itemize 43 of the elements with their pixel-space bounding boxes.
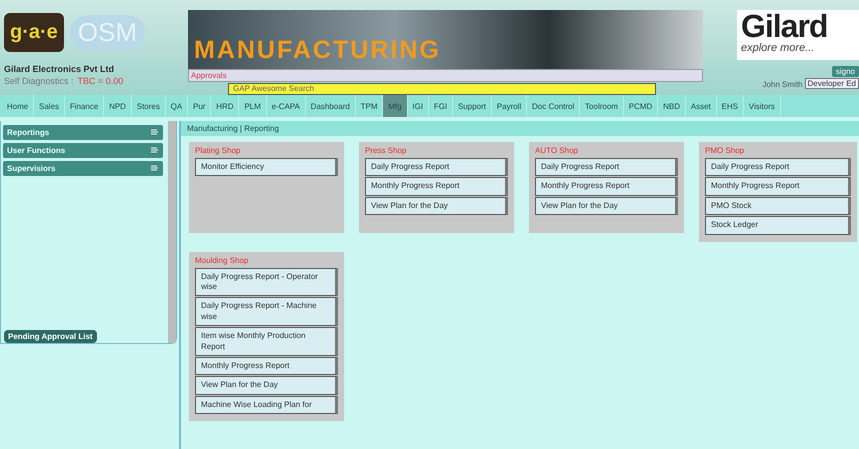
report-link[interactable]: View Plan for the Day [535,196,678,216]
report-link[interactable]: PMO Stock [705,196,851,216]
diagnostics-label: Self Diagnostics : [4,76,74,86]
sidebar-item-label: Reportings [7,128,50,137]
report-link[interactable]: Daily Progress Report - Operator wise [195,268,338,296]
report-link[interactable]: Stock Ledger [705,216,851,235]
report-link[interactable]: Monthly Progress Report [705,177,851,196]
report-link[interactable]: Monthly Progress Report [535,177,678,196]
sidebar-item[interactable]: Supervisiors [3,161,163,176]
report-link[interactable]: Monitor Efficiency [195,158,338,176]
shop-title: AUTO Shop [535,146,579,155]
report-link[interactable]: Daily Progress Report [535,158,678,176]
signout-button[interactable]: signo [832,66,859,77]
sidebar-item[interactable]: User Functions [3,143,163,158]
company-name: Gilard Electronics Pvt Ltd [4,64,116,74]
logo: g·a·e [4,12,64,52]
search-field[interactable]: GAP Awesome Search [228,82,656,95]
sidebar-item[interactable]: Reportings [3,125,163,140]
report-link[interactable]: Item wise Monthly Production Report [195,327,338,356]
breadcrumb: Manufacturing | Reporting [181,121,859,136]
shop-title: PMO Shop [705,146,746,155]
brand-name: Gilard [741,10,828,42]
diagnostics-value: TBC = 0.00 [78,76,124,86]
shop-title: Press Shop [365,146,408,155]
user-name: John Smith [762,80,803,89]
edition-label: Developer Ed [804,78,859,89]
report-link[interactable]: Monthly Progress Report [195,356,338,376]
sidebar-item-label: Supervisiors [7,164,56,173]
shop-title: Plating Shop [195,146,242,155]
pending-approval-button[interactable]: Pending Approval List [4,330,97,343]
approvals-link[interactable]: Approvals [188,68,703,82]
report-link[interactable]: View Plan for the Day [195,376,338,395]
report-link[interactable]: Daily Progress Report - Machine wise [195,297,338,326]
report-link[interactable]: Monthly Progress Report [365,177,508,196]
sidebar-item-label: User Functions [7,146,66,155]
report-link[interactable]: Daily Progress Report [705,158,851,176]
shop-title: Moulding Shop [195,256,250,265]
report-link[interactable]: View Plan for the Day [365,196,508,216]
report-link[interactable]: Daily Progress Report [365,158,508,176]
report-link[interactable]: Machine Wise Loading Plan for [195,396,338,414]
banner-title: MANUFACTURING [194,38,441,66]
brand-tagline: explore more... [741,42,816,54]
scrollbar[interactable] [168,121,176,343]
